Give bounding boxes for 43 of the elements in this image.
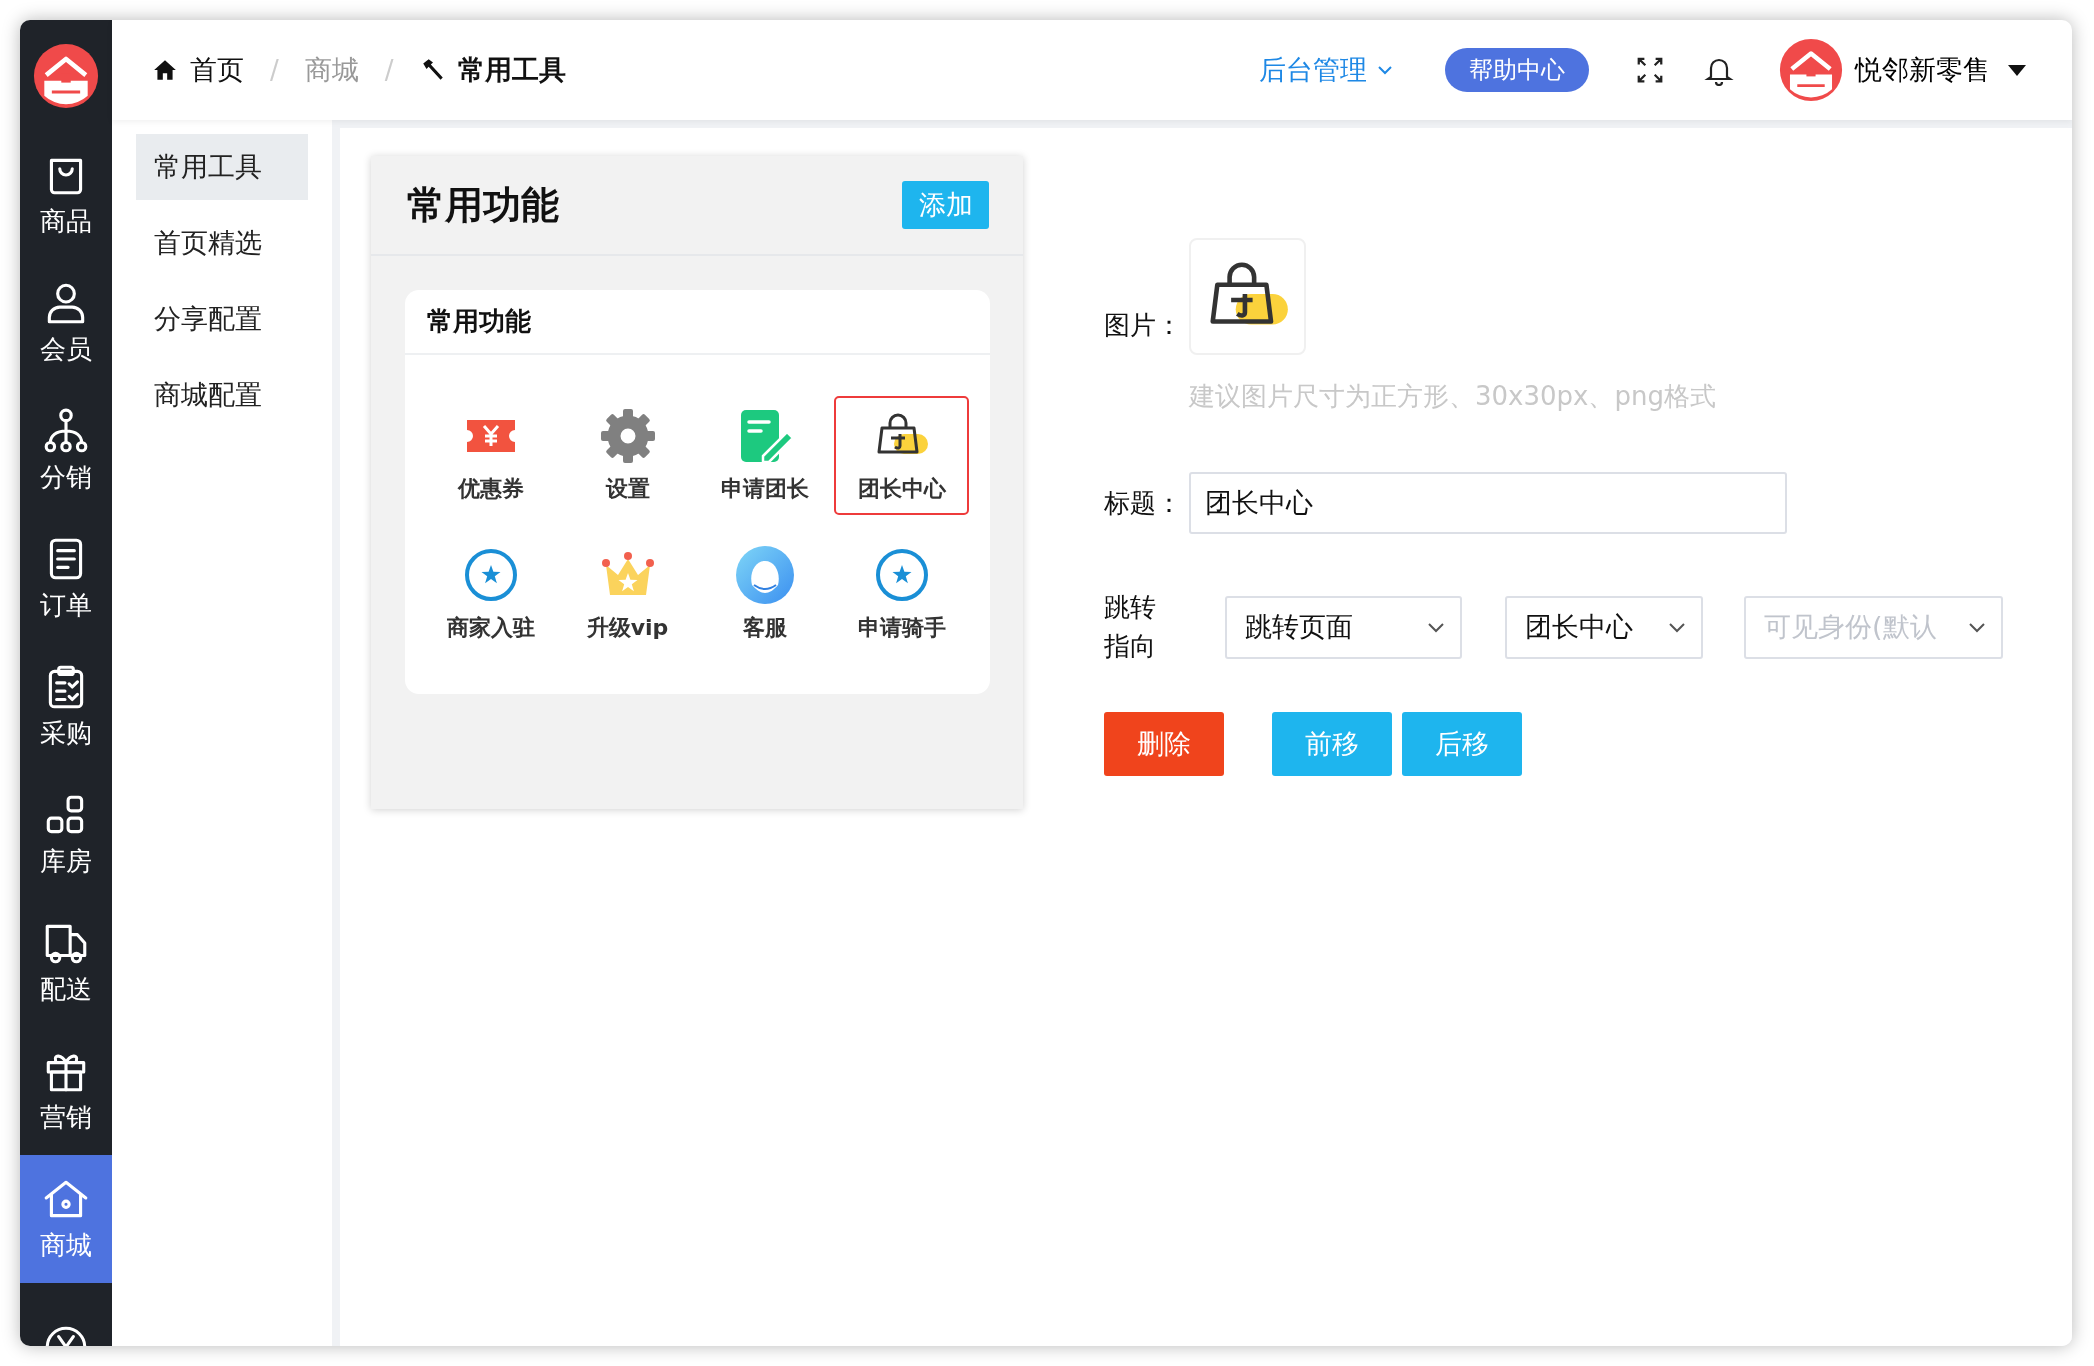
submenu-item[interactable]: 分享配置 bbox=[136, 286, 308, 352]
logo-icon bbox=[33, 42, 99, 109]
help-button[interactable]: 帮助中心 bbox=[1445, 48, 1589, 92]
function-item[interactable]: 申请骑手 bbox=[834, 535, 969, 654]
sidebar-item[interactable]: 库房 bbox=[20, 771, 112, 899]
breadcrumb-separator: / bbox=[270, 53, 279, 87]
submenu-item[interactable]: 首页精选 bbox=[136, 210, 308, 276]
panel-title: 常用功能 bbox=[407, 181, 559, 229]
title-input[interactable]: 团长中心 bbox=[1189, 472, 1787, 534]
function-item[interactable]: 商家入驻 bbox=[423, 535, 558, 654]
image-upload[interactable] bbox=[1189, 238, 1306, 355]
sidebar-item[interactable]: 采购 bbox=[20, 643, 112, 771]
user-avatar bbox=[1779, 38, 1843, 102]
sidebar-item[interactable]: 会员 bbox=[20, 259, 112, 387]
sidebar-item[interactable]: 订单 bbox=[20, 515, 112, 643]
breadcrumb-link[interactable]: 首页 bbox=[190, 49, 244, 91]
sidebar-item[interactable]: 商品 bbox=[20, 131, 112, 259]
user-menu[interactable]: 悦邻新零售 bbox=[1849, 48, 2032, 92]
field-label: 标题： bbox=[1104, 486, 1183, 520]
admin-menu[interactable]: 后台管理 bbox=[1253, 48, 1401, 92]
field-label: 跳转指向 bbox=[1104, 591, 1157, 663]
sidebar-item[interactable]: 分销 bbox=[20, 387, 112, 515]
dropdown[interactable]: 团长中心 bbox=[1505, 595, 1703, 659]
caret-down-icon bbox=[2008, 64, 2026, 76]
fullscreen-icon[interactable] bbox=[1635, 55, 1665, 85]
card-title: 常用功能 bbox=[405, 290, 990, 355]
sidebar-item[interactable]: 配送 bbox=[20, 899, 112, 1027]
function-item[interactable]: 优惠券 bbox=[423, 396, 558, 515]
submenu-item[interactable]: 常用工具 bbox=[136, 134, 308, 200]
dropdown[interactable]: 跳转页面 bbox=[1225, 595, 1462, 659]
function-item[interactable]: 团长中心 bbox=[834, 396, 969, 515]
breadcrumb-separator: / bbox=[384, 53, 394, 87]
function-item[interactable]: 客服 bbox=[697, 535, 832, 654]
delete-button[interactable]: 删除 bbox=[1104, 712, 1224, 776]
sidebar-item[interactable]: 营销 bbox=[20, 1027, 112, 1155]
function-item[interactable]: 升级vip bbox=[560, 535, 695, 654]
breadcrumb-current: 常用工具 bbox=[457, 52, 566, 87]
function-item[interactable]: 申请团长 bbox=[697, 396, 832, 515]
sidebar-item[interactable]: 商城 bbox=[20, 1155, 112, 1283]
support-agent-icon bbox=[734, 545, 795, 605]
function-item[interactable]: 设置 bbox=[560, 396, 695, 515]
field-label: 图片： bbox=[1104, 309, 1183, 342]
submenu-item[interactable]: 商城配置 bbox=[136, 362, 308, 428]
